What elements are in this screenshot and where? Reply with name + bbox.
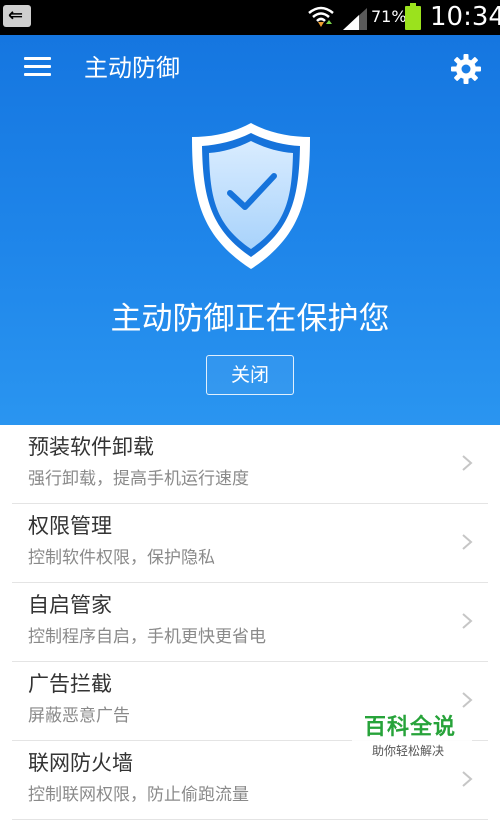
- clock: 10:34: [430, 2, 500, 32]
- list-item-subtitle: 控制程序自启，手机更快更省电: [28, 627, 266, 647]
- battery-icon: [405, 3, 421, 30]
- list-item-autostart-manager[interactable]: 自启管家 控制程序自启，手机更快更省电: [12, 583, 488, 662]
- list-item-title: 自启管家: [28, 593, 112, 617]
- back-glyph: ⇐: [8, 5, 24, 26]
- list-item-title: 预装软件卸载: [28, 435, 154, 459]
- protection-hero: 主动防御 主动防御正在保护您 关闭: [0, 35, 500, 425]
- status-bar: ⇐ 71% 10:34: [0, 0, 500, 35]
- list-item-preinstalled-uninstall[interactable]: 预装软件卸载 强行卸载，提高手机运行速度: [12, 425, 488, 504]
- list-item-title: 权限管理: [28, 514, 112, 538]
- watermark-tagline: 助你轻松解决: [372, 744, 445, 758]
- chevron-right-icon: [462, 534, 473, 550]
- watermark-brand: 百科全说: [364, 715, 457, 740]
- list-item-subtitle: 控制软件权限，保护隐私: [28, 548, 215, 568]
- hamburger-menu-icon[interactable]: [24, 57, 54, 79]
- shield-check-icon: [192, 123, 310, 269]
- chevron-right-icon: [462, 613, 473, 629]
- chevron-right-icon: [462, 455, 473, 471]
- close-button[interactable]: 关闭: [206, 355, 294, 395]
- list-item-subtitle: 控制联网权限，防止偷跑流量: [28, 785, 249, 805]
- list-item-permission-management[interactable]: 权限管理 控制软件权限，保护隐私: [12, 504, 488, 583]
- list-item-title: 联网防火墙: [28, 751, 133, 775]
- wifi-icon: [308, 6, 334, 27]
- watermark-logo: 百科全说 助你轻松解决: [352, 712, 472, 764]
- battery-percent: 71%: [371, 7, 407, 26]
- gear-icon[interactable]: [450, 53, 482, 85]
- chevron-right-icon: [462, 771, 473, 787]
- list-item-title: 广告拦截: [28, 672, 112, 696]
- back-icon[interactable]: ⇐: [3, 5, 31, 27]
- signal-icon: [343, 8, 367, 30]
- list-item-subtitle: 屏蔽恶意广告: [28, 706, 130, 726]
- list-item-subtitle: 强行卸载，提高手机运行速度: [28, 469, 249, 489]
- protection-status-text: 主动防御正在保护您: [110, 301, 390, 337]
- chevron-right-icon: [462, 692, 473, 708]
- page-title: 主动防御: [84, 54, 180, 82]
